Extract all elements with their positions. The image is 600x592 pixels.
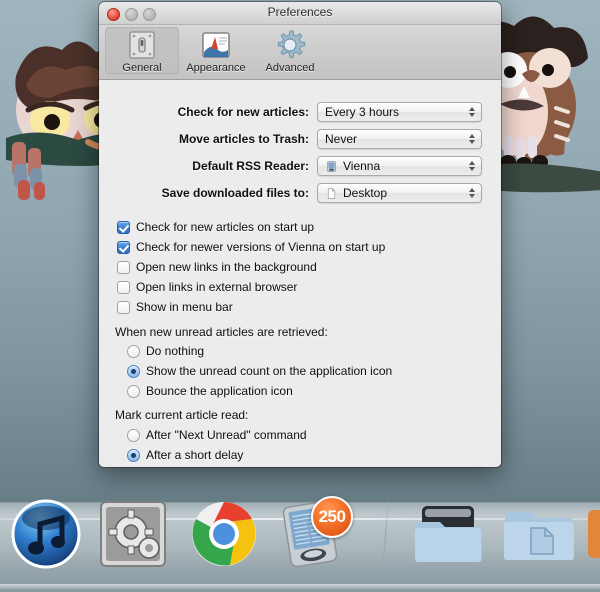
radio-do-nothing[interactable]	[127, 344, 140, 358]
preferences-toolbar[interactable]: General Appearance Advanced	[99, 25, 501, 80]
popup-trash-value: Never	[325, 132, 358, 146]
dock-item-system-preferences[interactable]	[97, 498, 169, 570]
checkbox-row-check-new-articles-startup[interactable]: Check for new articles on start up	[117, 220, 314, 234]
chevron-updown-icon	[468, 186, 475, 200]
checkbox-label-open-links-external: Open links in external browser	[136, 280, 298, 294]
dock-item-google-chrome[interactable]	[188, 498, 260, 570]
radio-row-after-short-delay[interactable]: After a short delay	[127, 448, 243, 462]
popup-rss-reader-value: Vienna	[343, 159, 381, 173]
chevron-updown-icon	[468, 105, 475, 119]
gear-icon	[277, 30, 306, 58]
checkbox-row-check-newer-versions[interactable]: Check for newer versions of Vienna on st…	[117, 240, 385, 254]
toolbar-tab-advanced[interactable]: Advanced	[253, 27, 327, 74]
dock-badge-vienna: 250	[311, 496, 353, 538]
dock-item-vienna[interactable]: 250	[275, 496, 353, 570]
checkbox-check-newer-versions[interactable]	[117, 240, 130, 254]
window-titlebar[interactable]: Preferences	[99, 2, 501, 25]
toolbar-tab-general[interactable]: General	[105, 27, 179, 74]
checkbox-label-show-in-menu-bar: Show in menu bar	[136, 300, 233, 314]
checkbox-open-links-background[interactable]	[117, 260, 130, 274]
checkbox-show-in-menu-bar[interactable]	[117, 300, 130, 314]
toolbar-tab-general-label: General	[122, 62, 162, 74]
popup-rss-reader[interactable]: Vienna	[317, 156, 482, 176]
radio-after-next-unread[interactable]	[127, 428, 140, 442]
row-label-check-interval: Check for new articles:	[177, 105, 309, 119]
row-default-rss-reader: Default RSS Reader: Vienna	[99, 156, 482, 176]
toolbar-tab-appearance[interactable]: Appearance	[179, 27, 253, 74]
preferences-window[interactable]: Preferences General Appearance Advanced …	[99, 2, 501, 467]
dock-separator	[381, 496, 390, 574]
checkbox-label-check-newer-versions: Check for newer versions of Vienna on st…	[136, 240, 386, 254]
row-label-rss-reader: Default RSS Reader:	[192, 159, 309, 173]
row-save-downloads-to: Save downloaded files to: Desktop	[99, 183, 482, 203]
checkbox-open-links-external[interactable]	[117, 280, 130, 294]
popup-trash[interactable]: Never	[317, 129, 482, 149]
dock-item-downloads-stack[interactable]	[412, 498, 484, 570]
row-label-save-downloads: Save downloaded files to:	[161, 186, 309, 200]
group-heading-mark-article-read: Mark current article read:	[115, 408, 249, 422]
dock-item-itunes[interactable]	[10, 498, 82, 570]
checkbox-row-show-in-menu-bar[interactable]: Show in menu bar	[117, 300, 233, 314]
vienna-app-icon	[327, 160, 336, 172]
toolbar-tab-advanced-label: Advanced	[265, 62, 315, 74]
radio-label-bounce-icon: Bounce the application icon	[146, 384, 293, 398]
radio-after-short-delay[interactable]	[127, 448, 140, 462]
desktop: 250 Preferences General Appearance Advan…	[0, 0, 600, 592]
popup-save-downloads[interactable]: Desktop	[317, 183, 482, 203]
radio-label-do-nothing: Do nothing	[146, 344, 205, 358]
popup-check-interval-value: Every 3 hours	[325, 105, 400, 119]
checkbox-label-open-links-background: Open new links in the background	[136, 260, 317, 274]
light-switch-icon	[129, 31, 155, 59]
radio-row-after-next-unread[interactable]: After "Next Unread" command	[127, 428, 307, 442]
radio-row-show-unread-count[interactable]: Show the unread count on the application…	[127, 364, 392, 378]
checkbox-row-open-links-external[interactable]: Open links in external browser	[117, 280, 297, 294]
group-heading-unread-articles: When new unread articles are retrieved:	[115, 325, 328, 339]
dock-item-edge-partial[interactable]	[588, 498, 600, 570]
dock[interactable]: 250	[0, 482, 600, 592]
checkbox-check-new-articles-startup[interactable]	[117, 220, 130, 234]
radio-label-show-unread-count: Show the unread count on the application…	[146, 364, 393, 378]
radio-row-bounce-icon[interactable]: Bounce the application icon	[127, 384, 293, 398]
checkbox-label-check-new-articles-startup: Check for new articles on start up	[136, 220, 315, 234]
radio-show-unread-count[interactable]	[127, 364, 140, 378]
popup-save-downloads-value: Desktop	[343, 186, 388, 200]
row-check-for-new-articles: Check for new articles: Every 3 hours	[99, 102, 482, 122]
checkbox-row-open-links-background[interactable]: Open new links in the background	[117, 260, 317, 274]
preferences-content: Check for new articles: Every 3 hours Mo…	[99, 80, 501, 467]
appearance-icon	[202, 32, 230, 58]
chevron-updown-icon	[468, 132, 475, 146]
folder-icon	[327, 187, 336, 199]
radio-label-after-next-unread: After "Next Unread" command	[146, 428, 307, 442]
radio-row-do-nothing[interactable]: Do nothing	[127, 344, 204, 358]
row-label-trash: Move articles to Trash:	[178, 132, 309, 146]
toolbar-tab-appearance-label: Appearance	[186, 62, 246, 74]
dock-baseline	[0, 584, 600, 589]
chevron-updown-icon	[468, 159, 475, 173]
radio-label-after-short-delay: After a short delay	[146, 448, 244, 462]
window-title: Preferences	[267, 5, 333, 19]
row-move-articles-to-trash: Move articles to Trash: Never	[99, 129, 482, 149]
radio-bounce-icon[interactable]	[127, 384, 140, 398]
dock-item-documents-folder[interactable]	[503, 498, 575, 570]
popup-check-interval[interactable]: Every 3 hours	[317, 102, 482, 122]
